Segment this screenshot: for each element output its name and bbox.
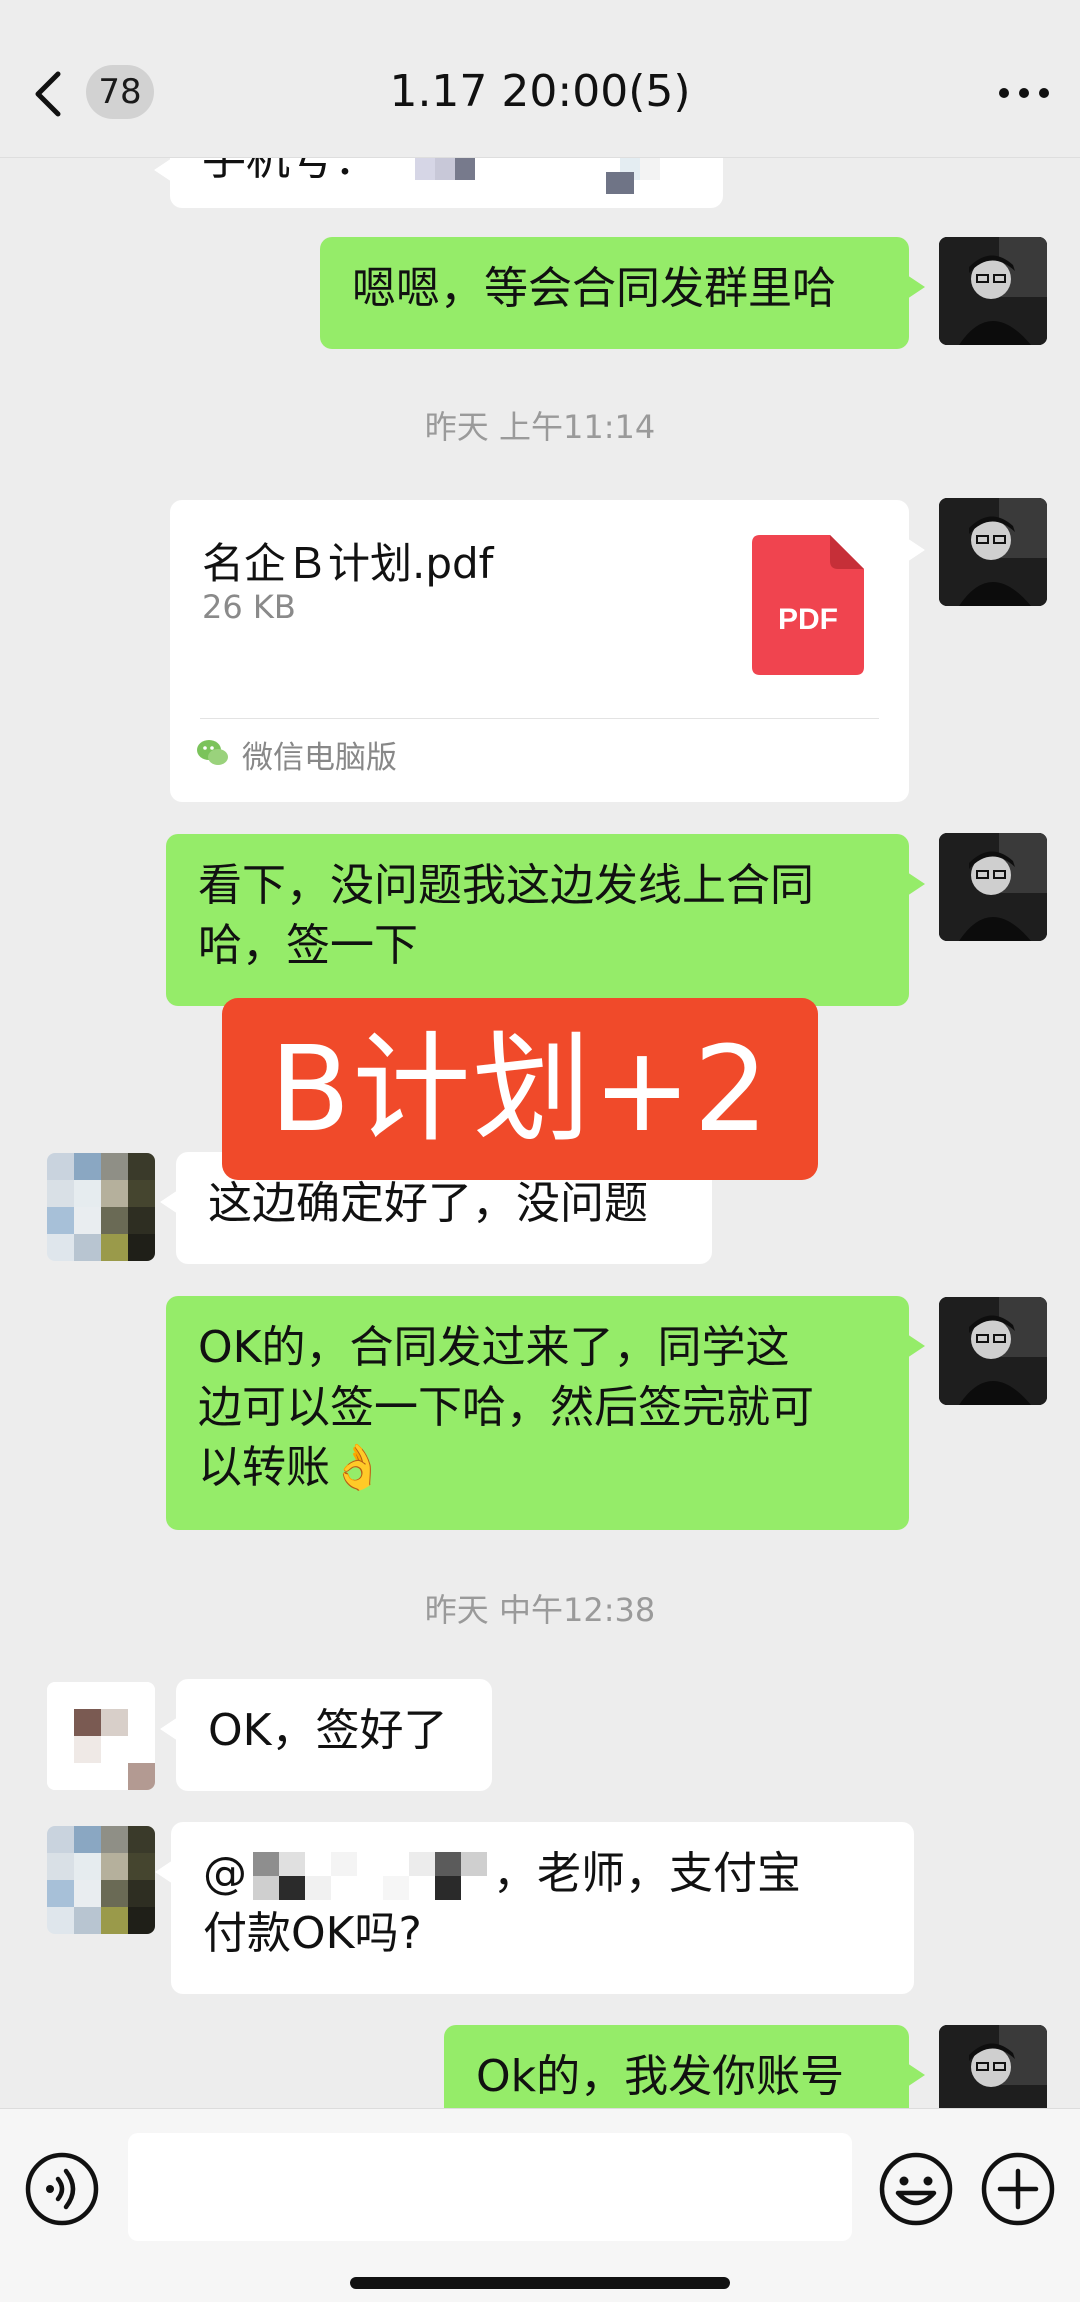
ok-hand-emoji-icon: 👌 — [330, 1442, 385, 1493]
message-text: OK，签好了 — [208, 1705, 448, 1756]
message-bubble-mine[interactable]: OK的，合同发过来了，同学这 边可以签一下哈，然后签完就可 以转账👌 — [166, 1296, 925, 1530]
avatar-self[interactable] — [939, 237, 1047, 345]
blurred-avatar — [47, 1826, 155, 1934]
message-bubble-other[interactable]: @ ，老师，支付宝 付款OK吗? — [155, 1822, 914, 1994]
portrait-icon — [939, 2025, 1047, 2108]
timestamp: 昨天 上午11:14 — [424, 408, 656, 446]
message-text: 以转账 — [198, 1442, 330, 1493]
message-text-input[interactable] — [128, 2133, 852, 2241]
portrait-icon — [939, 237, 1047, 345]
pdf-file-icon: PDF — [752, 535, 864, 675]
emoji-icon[interactable] — [876, 2149, 956, 2229]
avatar-member-2[interactable] — [47, 1682, 155, 1790]
avatar-member-1[interactable] — [47, 1153, 155, 1261]
message-bubble-mine[interactable]: 看下，没问题我这边发线上合同 哈，签一下 — [166, 834, 925, 1006]
message-text: 这边确定好了，没问题 — [208, 1178, 648, 1229]
avatar-self[interactable] — [939, 833, 1047, 941]
avatar-self[interactable] — [939, 2025, 1047, 2108]
message-text: 看下，没问题我这边发线上合同 — [198, 860, 814, 911]
message-text: 付款OK吗? — [203, 1908, 422, 1959]
message-input-bar — [0, 2108, 1080, 2302]
file-name: 名企Ｂ计划.pdf — [202, 539, 494, 588]
portrait-icon — [939, 1297, 1047, 1405]
home-indicator[interactable] — [350, 2277, 730, 2289]
chat-area[interactable]: 手机号： 嗯嗯，等会合同发群里哈 昨天 上午11:14 名企Ｂ计划.pdf 26… — [0, 0, 1080, 2108]
plus-icon[interactable] — [978, 2149, 1058, 2229]
message-bubble-mine[interactable]: Ok的，我发你账号 — [444, 2025, 925, 2108]
blurred-avatar — [47, 1682, 155, 1790]
voice-input-icon[interactable] — [22, 2149, 102, 2229]
message-text: ，老师，支付宝 — [493, 1848, 801, 1899]
file-message-card[interactable]: 名企Ｂ计划.pdf 26 KB PDF 微信电脑版 — [170, 500, 925, 802]
avatar-self[interactable] — [939, 1297, 1047, 1405]
portrait-icon — [939, 498, 1047, 606]
wechat-icon — [197, 740, 228, 765]
message-text: 哈，签一下 — [198, 920, 418, 971]
redacted-phone-number — [415, 158, 515, 180]
pdf-badge-label: PDF — [778, 603, 838, 636]
file-size: 26 KB — [202, 588, 296, 626]
divider — [200, 718, 879, 719]
file-source-label: 微信电脑版 — [242, 740, 397, 776]
message-text: OK的，合同发过来了，同学这 — [198, 1322, 790, 1373]
message-text: 嗯嗯，等会合同发群里哈 — [352, 263, 836, 314]
redacted-username — [253, 1852, 487, 1900]
message-text: Ok的，我发你账号 — [476, 2051, 845, 2102]
more-options-icon[interactable] — [996, 78, 1052, 108]
portrait-icon — [939, 833, 1047, 941]
message-text: 边可以签一下哈，然后签完就可 — [198, 1382, 814, 1433]
message-bubble-mine[interactable]: 嗯嗯，等会合同发群里哈 — [320, 237, 925, 349]
timestamp: 昨天 中午12:38 — [424, 1591, 656, 1629]
avatar-self[interactable] — [939, 498, 1047, 606]
chat-title: 1.17 20:00(5) — [389, 66, 691, 117]
mention-symbol: @ — [203, 1848, 247, 1899]
redacted-phone-number — [606, 172, 634, 194]
message-bubble-other[interactable]: OK，签好了 — [160, 1679, 492, 1791]
avatar-member-1[interactable] — [47, 1826, 155, 1934]
chat-header: 78 1.17 20:00(5) — [0, 0, 1080, 158]
promo-overlay-banner: B计划+2 — [222, 998, 818, 1180]
blurred-avatar — [47, 1153, 155, 1261]
